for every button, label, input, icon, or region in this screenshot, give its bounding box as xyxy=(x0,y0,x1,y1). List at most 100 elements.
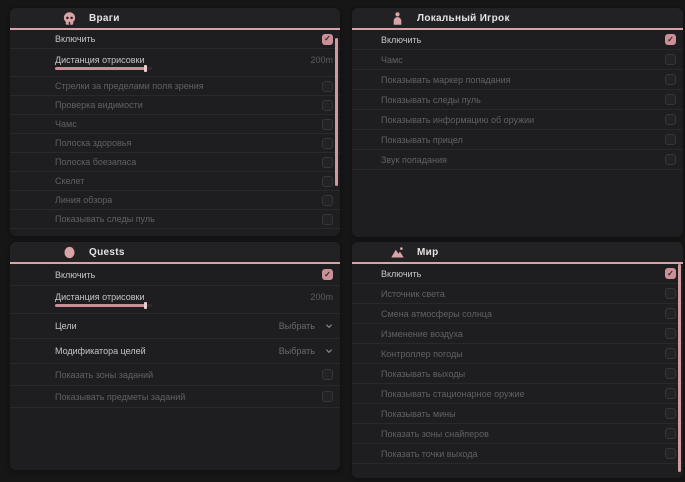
checkbox[interactable] xyxy=(665,154,676,165)
setting-label: Звук попадания xyxy=(381,155,447,165)
checkbox[interactable] xyxy=(322,100,333,111)
dropdown[interactable]: Выбрать xyxy=(279,346,333,356)
setting-label: Показывать мины xyxy=(381,409,456,419)
setting-row-показывать-предметы-заданий: Показывать предметы заданий xyxy=(10,386,340,408)
setting-label: Включить xyxy=(55,270,95,280)
setting-label: Включить xyxy=(381,269,421,279)
setting-label: Показать точки выхода xyxy=(381,449,477,459)
setting-row-смена-атмосферы-солнца: Смена атмосферы солнца xyxy=(352,304,683,324)
setting-row-показывать-маркер-попадания: Показывать маркер попадания xyxy=(352,70,683,90)
checkbox[interactable] xyxy=(322,214,333,225)
checkbox[interactable] xyxy=(665,54,676,65)
checkbox[interactable] xyxy=(322,119,333,130)
dropdown-value: Выбрать xyxy=(279,321,315,331)
slider-row-top: Дистанция отрисовки 200m xyxy=(55,292,333,302)
setting-row-источник-света: Источник света xyxy=(352,284,683,304)
setting-row-цели: ЦелиВыбрать xyxy=(10,314,340,339)
setting-row-показывать-прицел: Показывать прицел xyxy=(352,130,683,150)
checkbox[interactable] xyxy=(665,74,676,85)
checkbox[interactable] xyxy=(665,94,676,105)
checkbox[interactable]: ✓ xyxy=(665,34,676,45)
setting-row-включить: Включить ✓ xyxy=(10,264,340,286)
checkbox[interactable] xyxy=(322,176,333,187)
setting-label: Контроллер погоды xyxy=(381,349,463,359)
panel-title: Локальный Игрок xyxy=(417,13,510,24)
checkbox[interactable] xyxy=(665,308,676,319)
setting-row-чамс: Чамс xyxy=(352,50,683,70)
checkbox[interactable] xyxy=(665,288,676,299)
setting-row-проверка-видимости: Проверка видимости xyxy=(10,96,340,115)
slider-thumb[interactable] xyxy=(144,65,147,72)
setting-row-показывать-следы-пуль: Показывать следы пуль xyxy=(352,90,683,110)
setting-row-показывать-следы-пуль: Показывать следы пуль xyxy=(10,210,340,229)
dropdown[interactable]: Выбрать xyxy=(279,321,333,331)
slider-fill xyxy=(55,67,146,70)
setting-label: Показывать следы пуль xyxy=(55,214,155,224)
checkbox[interactable] xyxy=(665,348,676,359)
slider[interactable] xyxy=(55,304,152,307)
setting-row-показать-зоны-снайперов: Показать зоны снайперов xyxy=(352,424,683,444)
checkbox[interactable] xyxy=(322,157,333,168)
panel-local-player-rows: Включить✓Чамс Показывать маркер попадания… xyxy=(352,30,683,170)
setting-label: Показывать маркер попадания xyxy=(381,75,511,85)
checkbox[interactable] xyxy=(665,428,676,439)
checkbox[interactable] xyxy=(322,81,333,92)
checkbox[interactable] xyxy=(322,138,333,149)
checkbox[interactable] xyxy=(322,369,333,380)
setting-row-скелет: Скелет xyxy=(10,172,340,191)
setting-label: Чамс xyxy=(55,119,77,129)
checkbox[interactable] xyxy=(322,391,333,402)
person-icon xyxy=(390,11,405,26)
setting-row-включить: Включить ✓ xyxy=(352,264,683,284)
panel-quests: Quests Включить ✓ Дистанция отрисовки 200m Ц… xyxy=(10,242,340,470)
checkbox[interactable]: ✓ xyxy=(665,268,676,279)
setting-label: Линия обзора xyxy=(55,195,112,205)
setting-label: Показывать информацию об оружии xyxy=(381,115,534,125)
panel-enemies: Враги Включить✓Дистанция отрисовки200mСт… xyxy=(10,8,340,236)
dropdown-value: Выбрать xyxy=(279,346,315,356)
setting-row-включить: Включить✓ xyxy=(352,30,683,50)
circle-icon xyxy=(62,245,77,260)
setting-row-полоска-здоровья: Полоска здоровья xyxy=(10,134,340,153)
scrollbar-thumb[interactable] xyxy=(335,38,338,186)
setting-row-показать-зоны-заданий: Показать зоны заданий xyxy=(10,364,340,386)
setting-label: Источник света xyxy=(381,289,445,299)
setting-label: Проверка видимости xyxy=(55,100,143,110)
panel-title: Quests xyxy=(89,247,125,258)
panel-enemies-header: Враги xyxy=(10,8,340,30)
checkbox[interactable] xyxy=(322,195,333,206)
checkbox[interactable] xyxy=(665,134,676,145)
checkbox[interactable] xyxy=(665,328,676,339)
setting-label: Полоска здоровья xyxy=(55,138,131,148)
setting-row-линия-обзора: Линия обзора xyxy=(10,191,340,210)
skull-icon xyxy=(62,11,77,26)
panel-title: Мир xyxy=(417,247,439,258)
checkbox[interactable] xyxy=(665,114,676,125)
setting-label: Смена атмосферы солнца xyxy=(381,309,492,319)
setting-row-показать-точки-выхода: Показать точки выхода xyxy=(352,444,683,464)
setting-label: Изменение воздуха xyxy=(381,329,463,339)
slider[interactable] xyxy=(55,67,152,70)
checkbox[interactable] xyxy=(665,368,676,379)
setting-row-показывать-мины: Показывать мины xyxy=(352,404,683,424)
setting-label: Показывать стационарное оружие xyxy=(381,389,525,399)
setting-label: Дистанция отрисовки xyxy=(55,292,145,302)
setting-label: Показывать предметы заданий xyxy=(55,392,185,402)
checkbox[interactable]: ✓ xyxy=(322,269,333,280)
setting-row-показывать-информацию-об-оружии: Показывать информацию об оружии xyxy=(352,110,683,130)
setting-row-чамс: Чамс xyxy=(10,115,340,134)
slider-value: 200m xyxy=(310,55,333,65)
checkbox[interactable] xyxy=(665,448,676,459)
checkbox[interactable] xyxy=(665,408,676,419)
checkbox[interactable]: ✓ xyxy=(322,34,333,45)
setting-row-стрелки-за-пределами-поля-зрения: Стрелки за пределами поля зрения xyxy=(10,77,340,96)
scrollbar-thumb[interactable] xyxy=(678,264,681,472)
chevron-down-icon xyxy=(325,347,333,355)
setting-label: Скелет xyxy=(55,176,84,186)
slider-thumb[interactable] xyxy=(144,302,147,309)
slider-value: 200m xyxy=(310,292,333,302)
panel-title: Враги xyxy=(89,13,120,24)
checkbox[interactable] xyxy=(665,388,676,399)
setting-row-показывать-стационарное-оружие: Показывать стационарное оружие xyxy=(352,384,683,404)
setting-label: Полоска боезапаса xyxy=(55,157,136,167)
